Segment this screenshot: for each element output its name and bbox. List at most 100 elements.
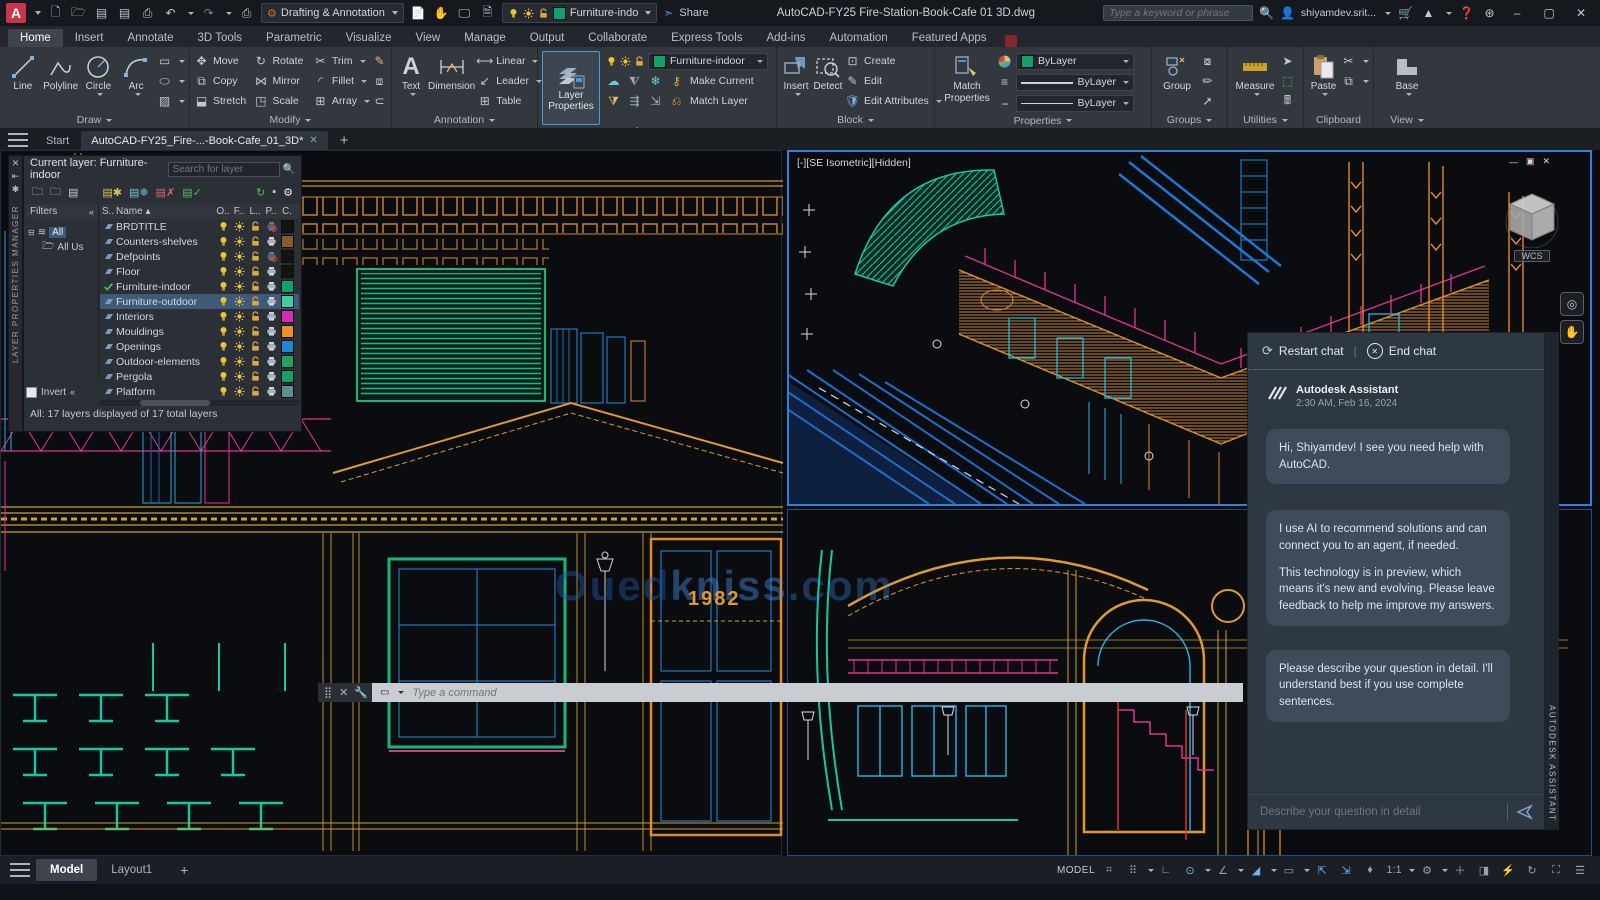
graphics-performance-icon[interactable]: ⚡	[1498, 860, 1518, 880]
lock-icon[interactable]	[250, 296, 261, 307]
help-icon[interactable]: ❓	[1458, 4, 1475, 22]
palette-autohide-icon[interactable]: ⇤	[12, 171, 20, 184]
tab-collaborate[interactable]: Collaborate	[576, 29, 659, 47]
tab-manage[interactable]: Manage	[452, 29, 518, 47]
base-button[interactable]: Base	[1385, 51, 1429, 96]
fillet-button[interactable]: ◜ Fillet	[313, 71, 370, 91]
plot-icon[interactable]	[266, 251, 277, 262]
color-swatch[interactable]	[280, 325, 294, 338]
color-swatch[interactable]	[280, 220, 294, 233]
filter-all-used[interactable]: All Us	[57, 242, 83, 253]
plot-icon[interactable]	[266, 386, 277, 397]
layout1-tab[interactable]: Layout1	[97, 859, 166, 881]
insert-block-button[interactable]: Insert	[781, 51, 811, 96]
match-layer-button[interactable]: Match Layer	[690, 95, 748, 107]
create-block-button[interactable]: ⊡ Create	[845, 51, 942, 71]
on-icon[interactable]	[218, 311, 229, 322]
linetype-combo[interactable]: ByLayer	[1016, 94, 1134, 112]
polar-tracking-icon[interactable]: ⊙	[1180, 860, 1200, 880]
layer-row[interactable]: Floor	[100, 264, 299, 279]
lock-icon[interactable]	[250, 251, 261, 262]
erase-icon[interactable]: ✎	[372, 54, 387, 68]
freeze-icon[interactable]	[234, 341, 245, 352]
freeze-icon[interactable]	[234, 281, 245, 292]
autodesk-account-icon[interactable]: ▲	[1420, 4, 1437, 22]
tree-expand-icon[interactable]: ⊟	[28, 228, 35, 237]
new-file-icon[interactable]: 🗋	[47, 4, 64, 22]
full-navigation-wheel-icon[interactable]: ◎	[1560, 292, 1584, 316]
col-lock[interactable]: L..	[247, 206, 263, 217]
save-as-icon[interactable]: ▤	[116, 4, 133, 22]
polyline-button[interactable]: Polyline	[42, 51, 80, 93]
color-swatch[interactable]	[280, 295, 294, 308]
arc-button[interactable]: Arc	[117, 51, 155, 96]
lock-icon[interactable]	[250, 221, 261, 232]
on-icon[interactable]	[218, 236, 229, 247]
layer-thaw-icon[interactable]	[620, 56, 631, 67]
palette-properties-icon[interactable]: ✱	[12, 184, 20, 197]
invert-filter-checkbox[interactable]	[26, 386, 37, 398]
layer-search-icon[interactable]: 🔍	[283, 164, 295, 175]
viewcube[interactable]: WCS	[1502, 188, 1562, 266]
collapse-filters-icon[interactable]: «	[89, 207, 94, 217]
command-input[interactable]	[410, 685, 1235, 700]
plot-icon[interactable]	[266, 281, 277, 292]
monitor-icon[interactable]: 🖵	[456, 4, 473, 22]
move-button[interactable]: ✥ Move	[194, 51, 251, 71]
freeze-icon[interactable]	[234, 356, 245, 367]
mirror-button[interactable]: ⋈ Mirror	[253, 71, 310, 91]
layer-states-icon[interactable]: ▤	[68, 186, 78, 199]
col-status[interactable]: S..	[100, 206, 116, 217]
copy-button[interactable]: ⧉ Copy	[194, 71, 251, 91]
tab-insert[interactable]: Insert	[63, 29, 116, 47]
layer-on-icon[interactable]	[606, 56, 617, 67]
tab-annotate[interactable]: Annotate	[115, 29, 185, 47]
plot-icon[interactable]	[266, 221, 277, 232]
freeze-icon[interactable]	[234, 221, 245, 232]
drawing-tab[interactable]: AutoCAD-FY25_Fire-...-Book-Cafe_01_3D* ✕	[81, 131, 328, 150]
tab-featured-apps[interactable]: Featured Apps	[900, 29, 999, 47]
invert-collapse-icon[interactable]: «	[70, 387, 75, 397]
layer-row-current[interactable]: Furniture-indoor	[100, 279, 299, 294]
customization-icon[interactable]: ☰	[1570, 860, 1590, 880]
layer-merge-icon[interactable]: ⇲	[648, 94, 663, 108]
osnap-icon[interactable]: ◢	[1246, 860, 1266, 880]
plot-icon[interactable]: ⎙	[238, 4, 255, 22]
quick-select-icon[interactable]: ➤	[1280, 54, 1295, 68]
stretch-button[interactable]: ⬓ Stretch	[194, 91, 251, 111]
chat-scroll-area[interactable]: Autodesk Assistant 2:30 AM, Feb 16, 2024…	[1248, 370, 1544, 794]
ungroup-icon[interactable]: ⧇	[1200, 54, 1215, 69]
rotate-button[interactable]: ↻ Rotate	[253, 51, 310, 71]
panel-label-properties[interactable]: Properties	[935, 113, 1151, 128]
freeze-icon[interactable]	[234, 251, 245, 262]
plot-icon[interactable]	[266, 371, 277, 382]
on-icon[interactable]	[218, 326, 229, 337]
share-button[interactable]: Share	[679, 7, 708, 19]
set-current-layer-icon[interactable]: ▤✓	[182, 186, 202, 199]
isolate-objects-icon[interactable]: ↻	[1522, 860, 1542, 880]
command-customize-icon[interactable]: 🔧	[354, 686, 368, 699]
quick-layer-combo[interactable]: Furniture-indo	[501, 3, 658, 23]
cut-icon[interactable]: ✂	[1341, 54, 1356, 68]
layer-walk-icon[interactable]: ⇶	[627, 94, 642, 108]
freeze-icon[interactable]	[234, 236, 245, 247]
start-tab[interactable]: Start	[36, 131, 79, 150]
make-current-button[interactable]: Make Current	[690, 75, 754, 87]
new-group-filter-icon[interactable]: 🗀	[50, 183, 61, 202]
hatch-tool-icon[interactable]: ▨	[157, 94, 172, 108]
plot-icon[interactable]	[266, 326, 277, 337]
layer-row[interactable]: Interiors	[100, 309, 299, 324]
save-icon[interactable]: ▤	[93, 4, 110, 22]
trim-button[interactable]: ✂ Trim	[313, 51, 370, 71]
undo-caret-icon[interactable]	[188, 11, 194, 15]
text-button[interactable]: A Text	[396, 51, 426, 96]
array-button[interactable]: ⊞ Array	[313, 91, 370, 111]
table-button[interactable]: ⊞ Table	[477, 91, 542, 111]
layer-row-selected[interactable]: Furniture-outdoor	[100, 294, 299, 309]
layer-row[interactable]: Pergola	[100, 369, 299, 384]
layer-row[interactable]: Mouldings	[100, 324, 299, 339]
color-swatch[interactable]	[280, 250, 294, 263]
plot-icon[interactable]	[266, 311, 277, 322]
layer-unisolate-icon[interactable]: ⧩	[606, 94, 621, 109]
on-icon[interactable]	[218, 266, 229, 277]
